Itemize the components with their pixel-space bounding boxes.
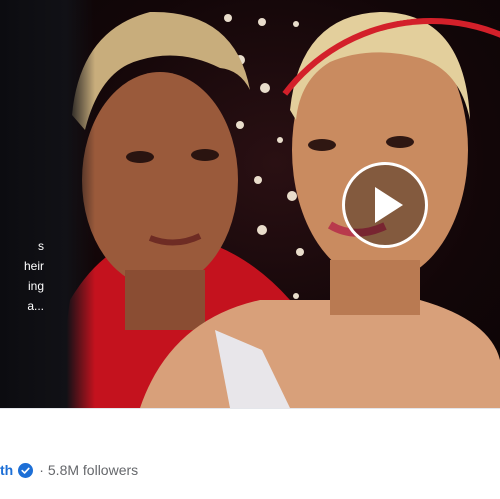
author-name-link[interactable]: th	[0, 462, 13, 478]
post-footer: th · 5.8M followers	[0, 408, 500, 499]
video-thumbnail[interactable]: s heir ing a...	[0, 0, 500, 408]
caption-teaser: s heir ing a...	[0, 236, 44, 316]
follower-count: 5.8M followers	[47, 462, 139, 478]
caption-line: ing	[27, 279, 44, 293]
verified-badge-icon	[18, 462, 34, 478]
separator-dot: ·	[39, 462, 44, 478]
author-line: th · 5.8M followers	[0, 459, 138, 481]
play-button[interactable]	[342, 162, 428, 248]
caption-line: s	[38, 239, 44, 253]
caption-line[interactable]: a...	[0, 296, 44, 316]
left-caption-panel	[0, 0, 95, 408]
play-icon	[375, 187, 403, 223]
caption-line: heir	[23, 259, 44, 273]
